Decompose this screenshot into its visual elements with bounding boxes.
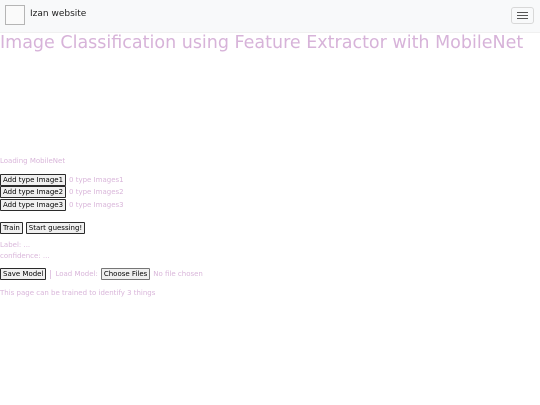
add-image3-button[interactable]: Add type Image3 [0, 199, 67, 211]
class-row: Add type Image1 0 type Images1 [0, 174, 124, 186]
image2-count: 0 type Images2 [69, 188, 124, 196]
model-io-row: Save Model Load Model: Choose Files No f… [0, 268, 203, 280]
class-row: Add type Image3 0 type Images3 [0, 199, 124, 211]
brand-name[interactable]: Izan website [30, 9, 86, 19]
start-guessing-button[interactable]: Start guessing! [25, 222, 86, 234]
page-title: Image Classification using Feature Extra… [0, 33, 524, 53]
confidence-result: confidence: ... [0, 252, 50, 260]
hamburger-icon [517, 12, 528, 13]
load-model-label: Load Model: [55, 270, 98, 278]
loading-status: Loading MobileNet [0, 157, 66, 165]
file-status: No file chosen [153, 270, 203, 278]
add-image2-button[interactable]: Add type Image2 [0, 186, 67, 198]
hamburger-icon [517, 18, 528, 19]
class-row: Add type Image2 0 type Images2 [0, 186, 124, 198]
save-model-button[interactable]: Save Model [0, 268, 47, 280]
menu-toggle-button[interactable] [511, 7, 534, 24]
divider [50, 269, 52, 279]
hamburger-icon [517, 15, 528, 16]
footnote: This page can be trained to identify 3 t… [0, 289, 156, 297]
image1-count: 0 type Images1 [69, 176, 124, 184]
choose-files-button[interactable]: Choose Files [100, 268, 151, 280]
broken-image-icon[interactable] [5, 5, 25, 25]
add-image1-button[interactable]: Add type Image1 [0, 174, 67, 186]
image3-count: 0 type Images3 [69, 201, 124, 209]
train-button[interactable]: Train [0, 222, 23, 234]
label-result: Label: ... [0, 241, 31, 249]
action-buttons: Train Start guessing! [0, 222, 86, 234]
navbar: Izan website [0, 0, 540, 33]
